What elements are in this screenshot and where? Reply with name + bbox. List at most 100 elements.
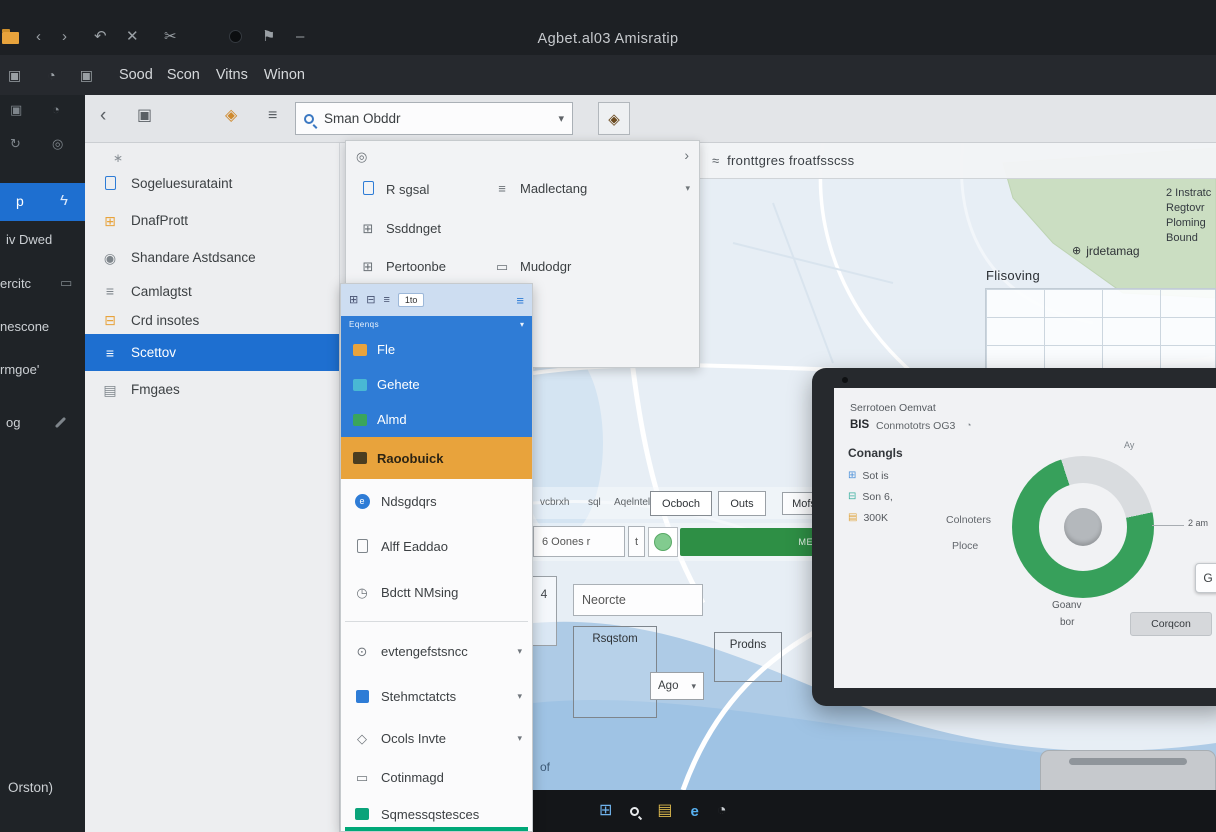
- region-box-a[interactable]: Rsqstom: [573, 626, 657, 718]
- menu-item[interactable]: ⊞ Pertoonbe: [360, 259, 446, 274]
- diamond-icon: ◇: [353, 732, 371, 745]
- strip-text: sql: [588, 497, 601, 508]
- bookmark-icon[interactable]: ▭: [60, 276, 72, 289]
- sidebar-item[interactable]: nescone: [0, 319, 49, 334]
- layers-icon[interactable]: ≈: [712, 153, 719, 168]
- tablet-title: Serrotoen Oemvat: [850, 402, 936, 414]
- donut-knob[interactable]: [1064, 508, 1102, 546]
- tablet-device: Serrotoen Oemvat BIS Conmototrs OG3 ◔ Co…: [812, 368, 1216, 706]
- menu-item-vitns[interactable]: Vitns: [216, 67, 248, 83]
- chevron-down-icon[interactable]: ▾: [558, 112, 564, 125]
- grid-icon: ⊞: [360, 260, 376, 273]
- submenu-item[interactable]: Stehmctatcts ▾: [341, 674, 532, 718]
- menu-item-scon[interactable]: Scon: [167, 67, 200, 83]
- tab-active[interactable]: Ocboch: [650, 491, 712, 516]
- nav-item[interactable]: ⊞ DnafPrott: [85, 202, 339, 239]
- toggle-label: ME: [799, 537, 814, 547]
- menu-item[interactable]: R sgsal: [360, 181, 429, 197]
- laptop-base: [1040, 750, 1216, 790]
- window-icon[interactable]: ▣: [8, 67, 21, 84]
- submenu-item[interactable]: ⊙ evtengefstsncc ▾: [341, 628, 532, 674]
- nav-item-selected[interactable]: ≡ Scettov: [85, 334, 339, 371]
- sidebar-item-active[interactable]: p ϟ: [0, 183, 85, 221]
- edge-label: 2 Instratc: [1166, 186, 1216, 201]
- side-marker[interactable]: 4: [531, 576, 557, 646]
- region-box-b[interactable]: Prodns: [714, 632, 782, 682]
- submenu-item-highlighted[interactable]: Raoobuick: [341, 437, 532, 479]
- sidebar-bottom-label[interactable]: Orston): [8, 780, 53, 795]
- menu-item[interactable]: ⊞ Ssddnget: [360, 221, 441, 236]
- grid-icon[interactable]: ⊞: [349, 295, 358, 306]
- menu-item-winon[interactable]: Winon: [264, 67, 305, 83]
- refresh-icon[interactable]: ↻: [10, 137, 21, 150]
- back-chevron-icon[interactable]: ‹: [100, 106, 106, 125]
- submenu-item[interactable]: ◇ Ocols Invte ▾: [341, 718, 532, 758]
- form-search-field[interactable]: 6 Oones r: [533, 526, 625, 557]
- taskbar-search-icon[interactable]: [630, 807, 639, 816]
- grid-icon: ⊞: [360, 222, 376, 235]
- mini-dropdown[interactable]: t: [628, 526, 645, 557]
- sidebar-item[interactable]: rmgoe': [0, 362, 39, 377]
- chevron-down-icon[interactable]: ▾: [520, 320, 524, 329]
- tiny-top-label: Ay: [1124, 440, 1134, 450]
- pin-label: jrdetamag: [1086, 244, 1139, 258]
- submenu-item[interactable]: ◷ Bdctt NMsing: [341, 569, 532, 615]
- folder-icon: [353, 344, 367, 356]
- new-window-icon[interactable]: ▣: [137, 108, 152, 124]
- submenu-item[interactable]: Alff Eaddao: [341, 523, 532, 569]
- timer-icon[interactable]: ◔: [52, 103, 60, 116]
- clock-quarter-icon[interactable]: ◔: [47, 67, 55, 83]
- submenu-item[interactable]: Fle: [341, 332, 532, 367]
- nav-item[interactable]: ⊟ Crd insotes: [85, 306, 339, 334]
- submenu-item[interactable]: Gehete: [341, 367, 532, 402]
- name-field[interactable]: Neorcte: [573, 584, 703, 616]
- tab[interactable]: Outs: [718, 491, 766, 516]
- grid-icon[interactable]: ▣: [10, 103, 22, 116]
- menu-item-sood[interactable]: Sood: [119, 67, 153, 83]
- pencil-icon[interactable]: [55, 417, 66, 428]
- side-g-button[interactable]: G: [1195, 563, 1216, 593]
- menu-item[interactable]: ▭ Mudodgr: [494, 259, 571, 274]
- chevron-down-icon: ▾: [691, 681, 696, 692]
- nav-item[interactable]: ▤ Fmgaes: [85, 371, 339, 408]
- chevron-right-icon[interactable]: ›: [684, 147, 689, 163]
- center-label-a: Goanv: [1052, 600, 1081, 611]
- browser-icon[interactable]: e: [691, 804, 699, 819]
- chevron-down-icon[interactable]: ▾: [685, 183, 690, 194]
- grid-icon: ⊞: [848, 471, 856, 481]
- search-combobox[interactable]: Sman Obddr ▾: [295, 102, 573, 135]
- toggle-indicator[interactable]: [648, 527, 678, 557]
- tablet-row[interactable]: ⊞ Sot is: [848, 470, 889, 482]
- list-icon[interactable]: ≡: [383, 295, 389, 306]
- minus-box-icon[interactable]: ⊟: [366, 295, 375, 306]
- file-explorer-icon[interactable]: ▤: [657, 803, 672, 819]
- submenu-item[interactable]: Almd: [341, 402, 532, 437]
- document-icon: [360, 181, 376, 197]
- tablet-row[interactable]: ▤ 300K: [848, 512, 888, 524]
- menu-item[interactable]: ≡ Madlectang ▾: [494, 181, 690, 196]
- map-edge-labels: 2 Instratc Regtovr Ploming Bound: [1166, 186, 1216, 246]
- nav-item[interactable]: Sogeluesurataint: [85, 165, 339, 202]
- copy-icon[interactable]: ▣: [80, 67, 93, 84]
- corqcon-button[interactable]: Corqcon: [1130, 612, 1212, 636]
- submenu-item[interactable]: ▭ Cotinmagd: [341, 758, 532, 796]
- chevron-down-icon: ▾: [517, 691, 522, 702]
- menu-icon[interactable]: ≡: [516, 293, 524, 308]
- sidebar-item[interactable]: ercitc: [0, 276, 31, 291]
- start-icon[interactable]: ⊞: [599, 803, 612, 819]
- toggle-bar[interactable]: ME: [680, 528, 820, 556]
- list-icon[interactable]: ≡: [268, 108, 277, 124]
- sidebar-item[interactable]: iv Dwed: [6, 232, 52, 247]
- sidebar-item[interactable]: og: [6, 415, 20, 430]
- settings-icon[interactable]: ◔: [717, 803, 727, 819]
- nav-item[interactable]: ◉ Shandare Astdsance: [85, 239, 339, 276]
- nav-item[interactable]: ≡ Camlagtst: [85, 276, 339, 306]
- map-pin[interactable]: ⊕ jrdetamag: [1072, 244, 1140, 258]
- tablet-row[interactable]: ⊟ Son 6,: [848, 491, 893, 503]
- minus-box-icon: ⊟: [848, 492, 856, 502]
- ago-select[interactable]: Ago ▾: [650, 672, 704, 700]
- fox-icon[interactable]: ◈: [225, 108, 237, 124]
- submenu-item[interactable]: e Ndsgdqrs: [341, 479, 532, 523]
- paw-button[interactable]: ◈: [598, 102, 630, 135]
- target-icon[interactable]: ◎: [52, 137, 63, 150]
